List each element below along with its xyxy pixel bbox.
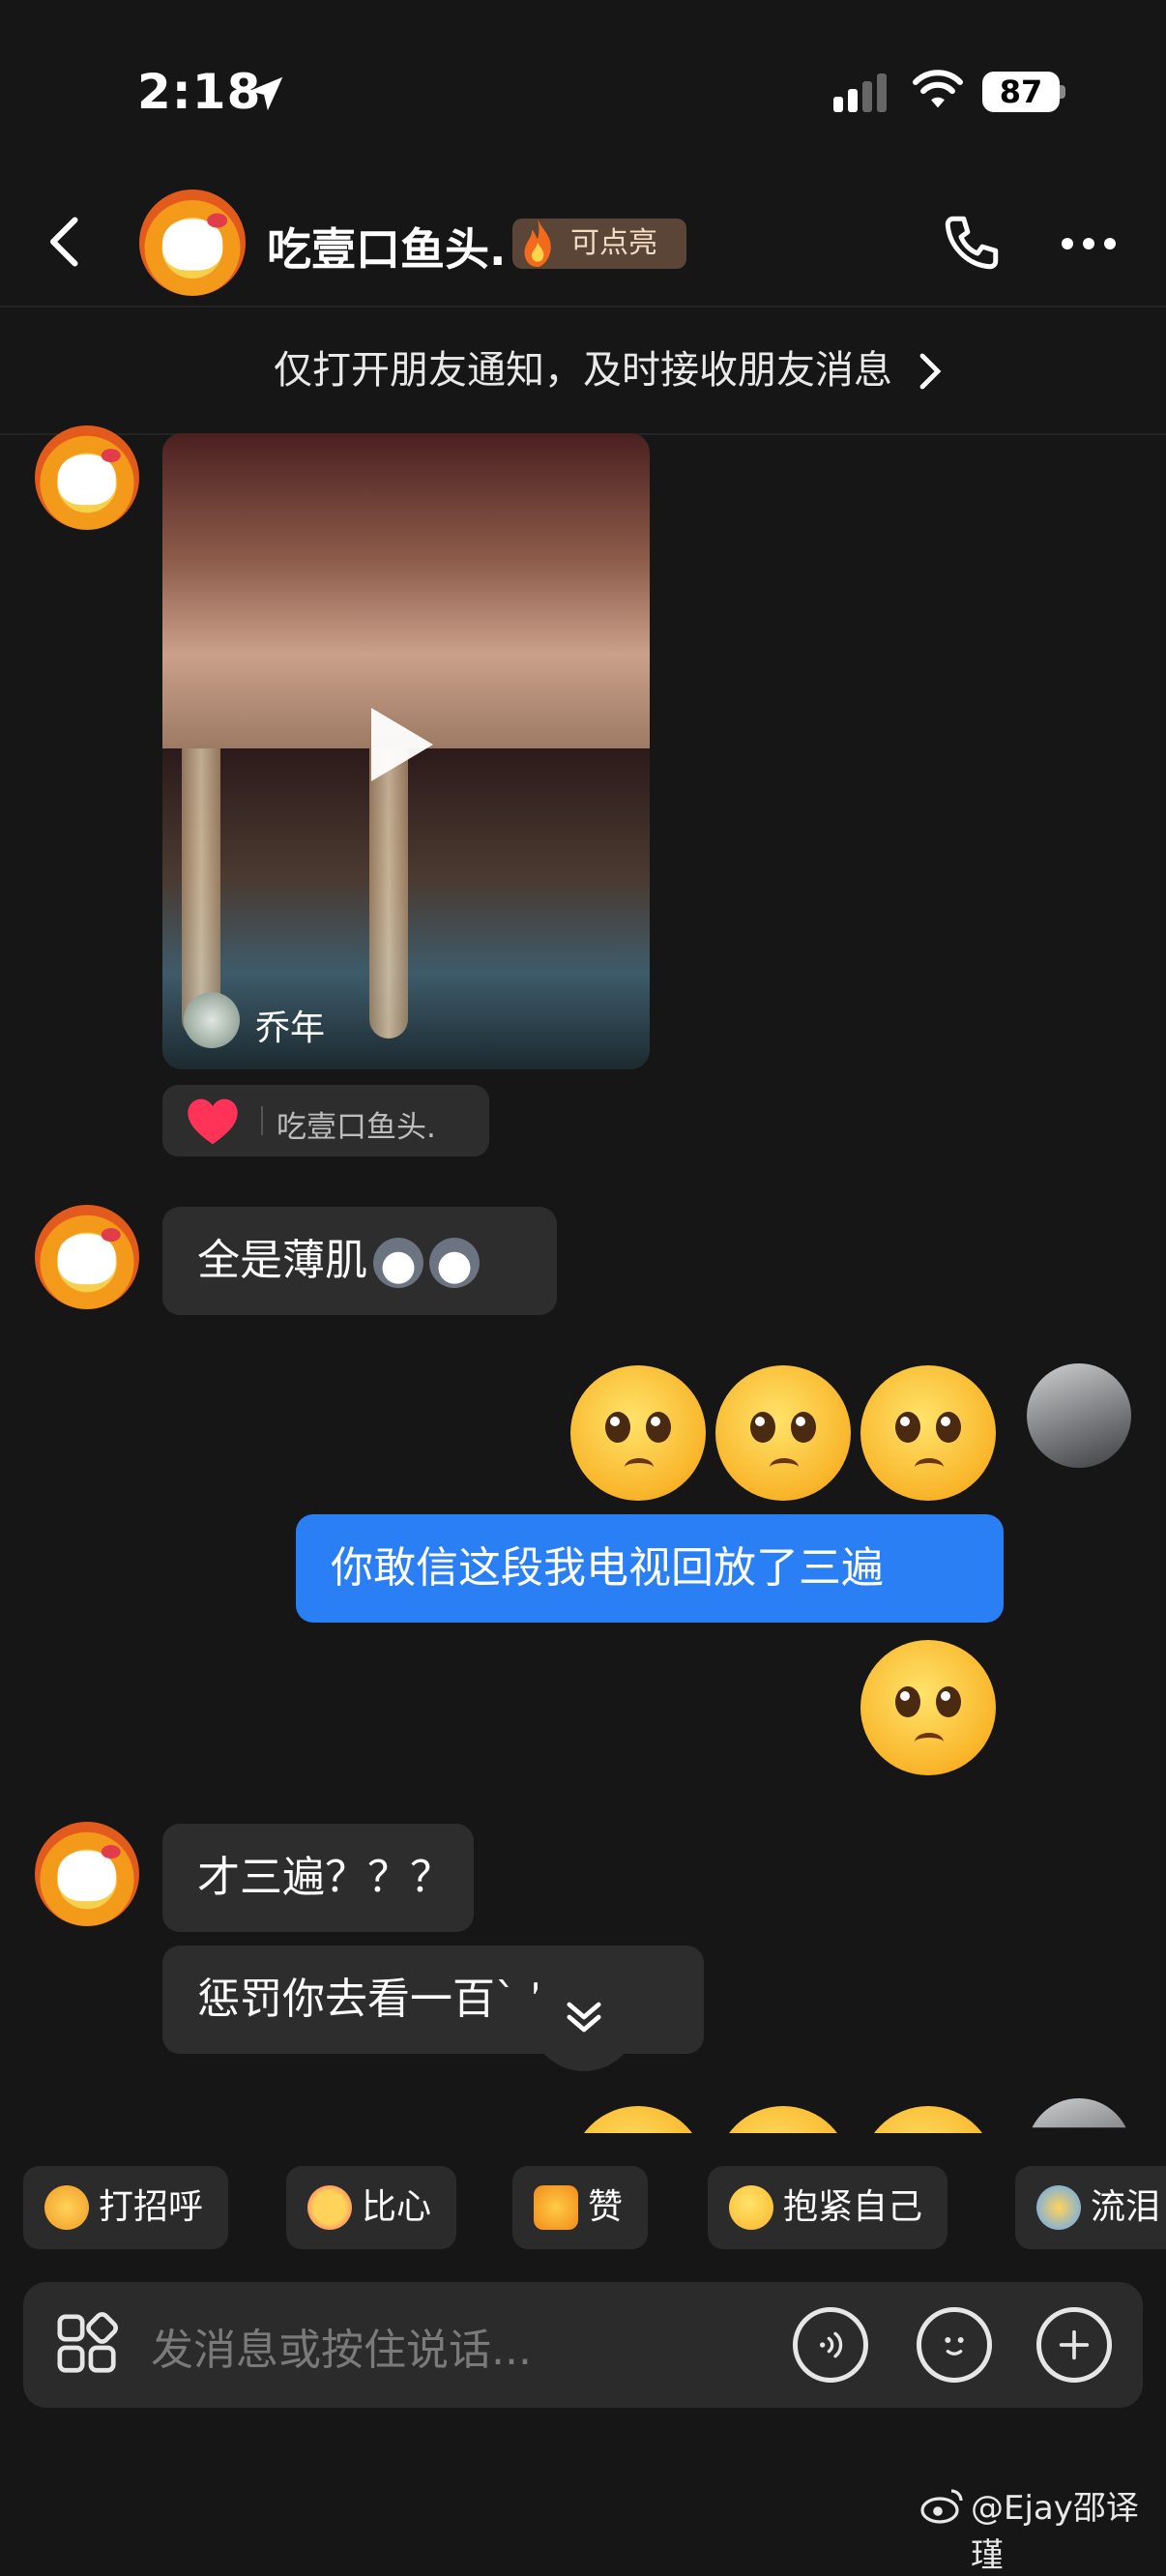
- video-author: 乔年: [255, 1009, 326, 1048]
- reaction-name: 吃壹口鱼头.: [277, 1110, 436, 1145]
- message-bubble[interactable]: 才三遍？？？: [162, 1824, 474, 1932]
- back-icon[interactable]: [39, 213, 97, 271]
- crying-emoji-icon: [1036, 2185, 1081, 2230]
- husky-sticker-icon: [373, 1238, 423, 1288]
- apps-icon[interactable]: [54, 2311, 122, 2379]
- quick-reply-greet[interactable]: 打招呼: [23, 2166, 229, 2249]
- message-text: 惩罚你去看一百` '！: [197, 1975, 585, 2024]
- chat-title[interactable]: 吃壹口鱼头.: [267, 215, 506, 278]
- notification-banner[interactable]: 仅打开朋友通知，及时接收朋友消息: [0, 307, 1166, 433]
- avatar[interactable]: [35, 425, 139, 530]
- pleading-emoji-icon: [860, 1365, 996, 1501]
- scroll-down-button[interactable]: [530, 1963, 638, 2071]
- message-bubble[interactable]: 全是薄肌: [162, 1207, 557, 1315]
- plus-icon[interactable]: [1036, 2307, 1112, 2383]
- my-message-bubble[interactable]: 你敢信这段我电视回放了三遍: [296, 1514, 1004, 1623]
- video-card[interactable]: 乔年: [162, 433, 650, 1069]
- play-icon[interactable]: [371, 708, 433, 781]
- chip-label: 流泪: [1091, 2187, 1161, 2227]
- chevron-right-icon: [919, 353, 942, 390]
- location-arrow-icon: [248, 76, 283, 111]
- signal-icon: [833, 73, 891, 112]
- wifi-icon: [913, 70, 963, 108]
- thumbs-up-icon: [534, 2185, 578, 2230]
- quick-reply-cry[interactable]: 流泪: [1015, 2166, 1166, 2249]
- quick-reply-like[interactable]: 赞: [512, 2166, 649, 2249]
- battery-tip: [1060, 85, 1065, 99]
- message-text: 全是薄肌: [197, 1236, 367, 1285]
- avatar[interactable]: [35, 1205, 139, 1309]
- reaction-separator: [261, 1106, 263, 1135]
- pleading-emoji-icon: [729, 2185, 773, 2230]
- phone-icon[interactable]: [940, 211, 1004, 275]
- video-author-avatar: [184, 992, 240, 1048]
- weibo-icon: [920, 2489, 963, 2524]
- scroll-down-icon: [567, 2002, 601, 2033]
- heart-icon: [188, 1098, 238, 1145]
- header-avatar[interactable]: [139, 190, 246, 296]
- pleading-emoji-icon: [860, 1640, 996, 1775]
- my-avatar[interactable]: [1027, 1363, 1131, 1468]
- message-text: 才三遍？？？: [197, 1853, 452, 1902]
- pleading-emoji-icon: [570, 1365, 706, 1501]
- pleading-emoji-icon: [715, 1365, 851, 1501]
- chip-label: 抱紧自己: [783, 2187, 923, 2227]
- quick-reply-heart[interactable]: 比心: [286, 2166, 457, 2249]
- chip-label: 打招呼: [99, 2187, 204, 2227]
- emoji-icon[interactable]: [917, 2307, 992, 2383]
- curtain: [369, 748, 408, 1039]
- quick-reply-hug[interactable]: 抱紧自己: [708, 2166, 948, 2249]
- chip-label: 比心: [362, 2187, 432, 2227]
- voice-icon[interactable]: [793, 2307, 868, 2383]
- watermark: @Ejay邵译瑾: [971, 2489, 1139, 2575]
- more-icon[interactable]: [1060, 224, 1118, 263]
- battery-icon: 87: [982, 72, 1060, 112]
- husky-sticker-icon: [429, 1238, 480, 1288]
- message-text: 你敢信这段我电视回放了三遍: [331, 1543, 884, 1593]
- fire-icon: [524, 218, 551, 268]
- finger-heart-emoji-icon: [307, 2185, 352, 2230]
- chip-label: 赞: [588, 2187, 624, 2227]
- notification-text: 仅打开朋友通知，及时接收朋友消息: [274, 348, 892, 393]
- message-input[interactable]: 发消息或按住说话...: [151, 2315, 532, 2377]
- avatar[interactable]: [35, 1822, 139, 1926]
- wave-emoji-icon: [44, 2185, 89, 2230]
- video-frame-top: [162, 433, 650, 748]
